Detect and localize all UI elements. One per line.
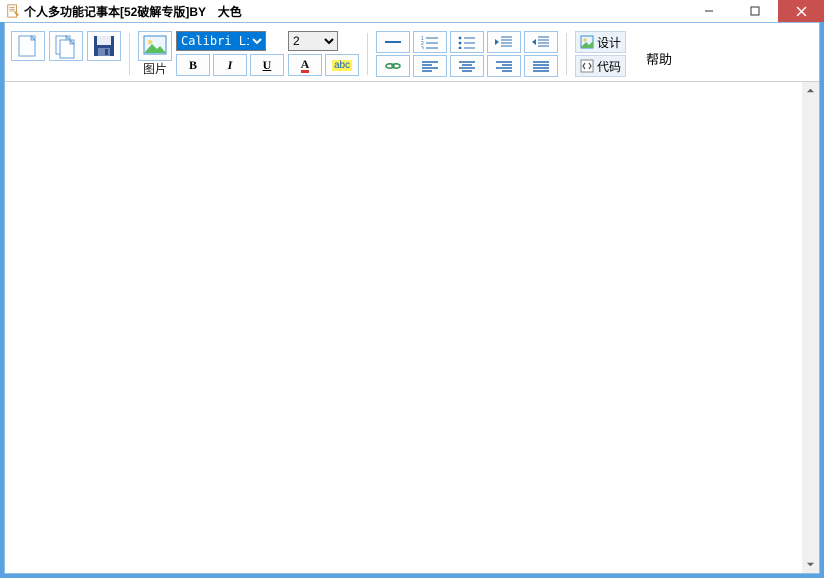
- open-file-button[interactable]: [49, 31, 83, 61]
- title-bar: 个人多功能记事本[52破解专版]BY 大色: [0, 0, 824, 22]
- insert-link-button[interactable]: [376, 55, 410, 77]
- vertical-scrollbar[interactable]: [802, 82, 819, 573]
- design-view-label: 设计: [597, 34, 621, 51]
- image-font-group: 图片 Calibri Light B I U: [138, 31, 359, 76]
- minimize-button[interactable]: [686, 0, 732, 22]
- separator: [367, 33, 368, 75]
- font-color-button[interactable]: A: [288, 54, 322, 76]
- maximize-button[interactable]: [732, 0, 778, 22]
- align-left-button[interactable]: [413, 55, 447, 77]
- design-icon: [580, 35, 594, 49]
- align-center-button[interactable]: [450, 55, 484, 77]
- window-title: 个人多功能记事本[52破解专版]BY 大色: [24, 3, 242, 20]
- underline-button[interactable]: U: [250, 54, 284, 76]
- paragraph-group: 123: [376, 31, 558, 77]
- separator: [129, 33, 130, 75]
- horizontal-rule-button[interactable]: [376, 31, 410, 53]
- editor-content[interactable]: [5, 82, 802, 573]
- new-file-button[interactable]: [11, 31, 45, 61]
- outdent-button[interactable]: [487, 31, 521, 53]
- scroll-track[interactable]: [802, 99, 819, 556]
- bold-button[interactable]: B: [176, 54, 210, 76]
- code-icon: [580, 59, 594, 73]
- align-right-button[interactable]: [487, 55, 521, 77]
- toolbar: 图片 Calibri Light B I U: [5, 23, 819, 82]
- design-view-button[interactable]: 设计: [575, 31, 626, 53]
- close-button[interactable]: [778, 0, 824, 22]
- scroll-up-arrow[interactable]: [802, 82, 819, 99]
- save-button[interactable]: [87, 31, 121, 61]
- font-size-select[interactable]: 2: [288, 31, 338, 51]
- indent-button[interactable]: [524, 31, 558, 53]
- scroll-down-arrow[interactable]: [802, 556, 819, 573]
- app-window: 个人多功能记事本[52破解专版]BY 大色: [0, 0, 824, 578]
- svg-text:3: 3: [421, 46, 424, 49]
- highlight-button[interactable]: abc: [325, 54, 359, 76]
- code-view-label: 代码: [597, 58, 621, 75]
- view-mode-group: 设计 代码: [575, 31, 626, 77]
- window-controls: [686, 0, 824, 22]
- file-group: [11, 31, 121, 61]
- separator: [566, 33, 567, 75]
- app-icon: [6, 4, 20, 18]
- align-justify-button[interactable]: [524, 55, 558, 77]
- code-view-button[interactable]: 代码: [575, 55, 626, 77]
- ordered-list-button[interactable]: 123: [413, 31, 447, 53]
- help-link[interactable]: 帮助: [632, 31, 680, 68]
- insert-image-button[interactable]: [138, 31, 172, 61]
- italic-button[interactable]: I: [213, 54, 247, 76]
- editor-area: [5, 82, 819, 573]
- unordered-list-button[interactable]: [450, 31, 484, 53]
- client-area: 图片 Calibri Light B I U: [4, 22, 820, 574]
- font-family-select[interactable]: Calibri Light: [176, 31, 266, 51]
- image-caption: 图片: [143, 62, 167, 76]
